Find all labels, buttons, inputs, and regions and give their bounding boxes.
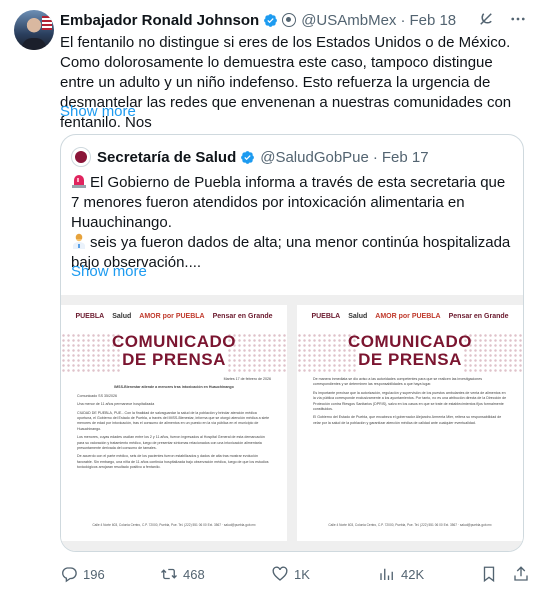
more-icon[interactable] (509, 10, 527, 28)
quote-line-1: El Gobierno de Puebla informa a través d… (71, 174, 506, 231)
views-count: 42K (401, 566, 425, 582)
reply-icon (62, 567, 77, 583)
quote-show-more-link[interactable]: Show more (71, 263, 147, 280)
verified-badge-icon (241, 150, 255, 164)
document-logos: PUEBLA Salud AMOR por PUEBLA Pensar en G… (75, 313, 273, 320)
heart-icon (272, 566, 288, 581)
share-icon[interactable] (512, 565, 530, 583)
quote-media-image[interactable]: PUEBLA Salud AMOR por PUEBLA Pensar en G… (61, 295, 523, 551)
like-count: 1K (294, 566, 310, 582)
document-body: Martes 17 de febrero de 2026 IMSS-Bienes… (77, 377, 271, 470)
repost-icon (161, 568, 177, 580)
views-icon (380, 568, 393, 580)
show-more-link[interactable]: Show more (60, 103, 136, 120)
document-title: COMUNICADO DE PRENSA (112, 332, 236, 369)
views-button[interactable]: 42K (378, 565, 424, 583)
action-bar: 196 468 1K 42K (60, 565, 530, 585)
quote-author-handle[interactable]: @SaludGobPue (260, 149, 369, 166)
reply-count: 196 (83, 566, 105, 582)
document-page-right: PUEBLA Salud AMOR por PUEBLA Pensar en G… (297, 305, 523, 541)
author-avatar[interactable] (14, 10, 54, 50)
reply-button[interactable]: 196 (60, 565, 105, 583)
quote-text: El Gobierno de Puebla informa a través d… (71, 173, 511, 273)
siren-emoji (72, 175, 86, 188)
author-name[interactable]: Embajador Ronald Johnson (60, 12, 259, 29)
separator-dot: · (372, 148, 378, 166)
repost-count: 468 (183, 566, 205, 582)
repost-button[interactable]: 468 (160, 565, 205, 583)
tweet-date[interactable]: Feb 18 (409, 12, 456, 29)
tweet-header: Embajador Ronald Johnson @USAmbMex · Feb… (60, 9, 531, 31)
quote-date[interactable]: Feb 17 (382, 149, 429, 166)
document-page-left: PUEBLA Salud AMOR por PUEBLA Pensar en G… (61, 305, 287, 541)
document-footer: Calle 4 Norte 603, Colonia Centro, C.P. … (92, 523, 256, 527)
avatar-figure (22, 38, 46, 50)
document-title: COMUNICADO DE PRENSA (348, 332, 472, 369)
document-footer: Calle 4 Norte 603, Colonia Centro, C.P. … (328, 523, 492, 527)
author-handle[interactable]: @USAmbMex (301, 12, 396, 29)
verified-badge-icon (264, 13, 278, 27)
quote-avatar[interactable] (71, 147, 91, 167)
quote-header: Secretaría de Salud @SaludGobPue · Feb 1… (71, 147, 429, 167)
like-button[interactable]: 1K (271, 565, 310, 583)
quoted-tweet[interactable]: Secretaría de Salud @SaludGobPue · Feb 1… (60, 134, 524, 552)
separator-dot: · (400, 11, 406, 29)
document-logos: PUEBLA Salud AMOR por PUEBLA Pensar en G… (311, 313, 509, 320)
quote-author-name[interactable]: Secretaría de Salud (97, 149, 236, 166)
document-body: De manera inmediata se dio aviso a las a… (313, 377, 507, 425)
health-worker-emoji (73, 233, 85, 249)
grok-icon[interactable] (477, 10, 495, 28)
flag-decoration (42, 16, 52, 30)
gov-seal-icon (282, 13, 297, 27)
bookmark-icon[interactable] (480, 565, 498, 583)
